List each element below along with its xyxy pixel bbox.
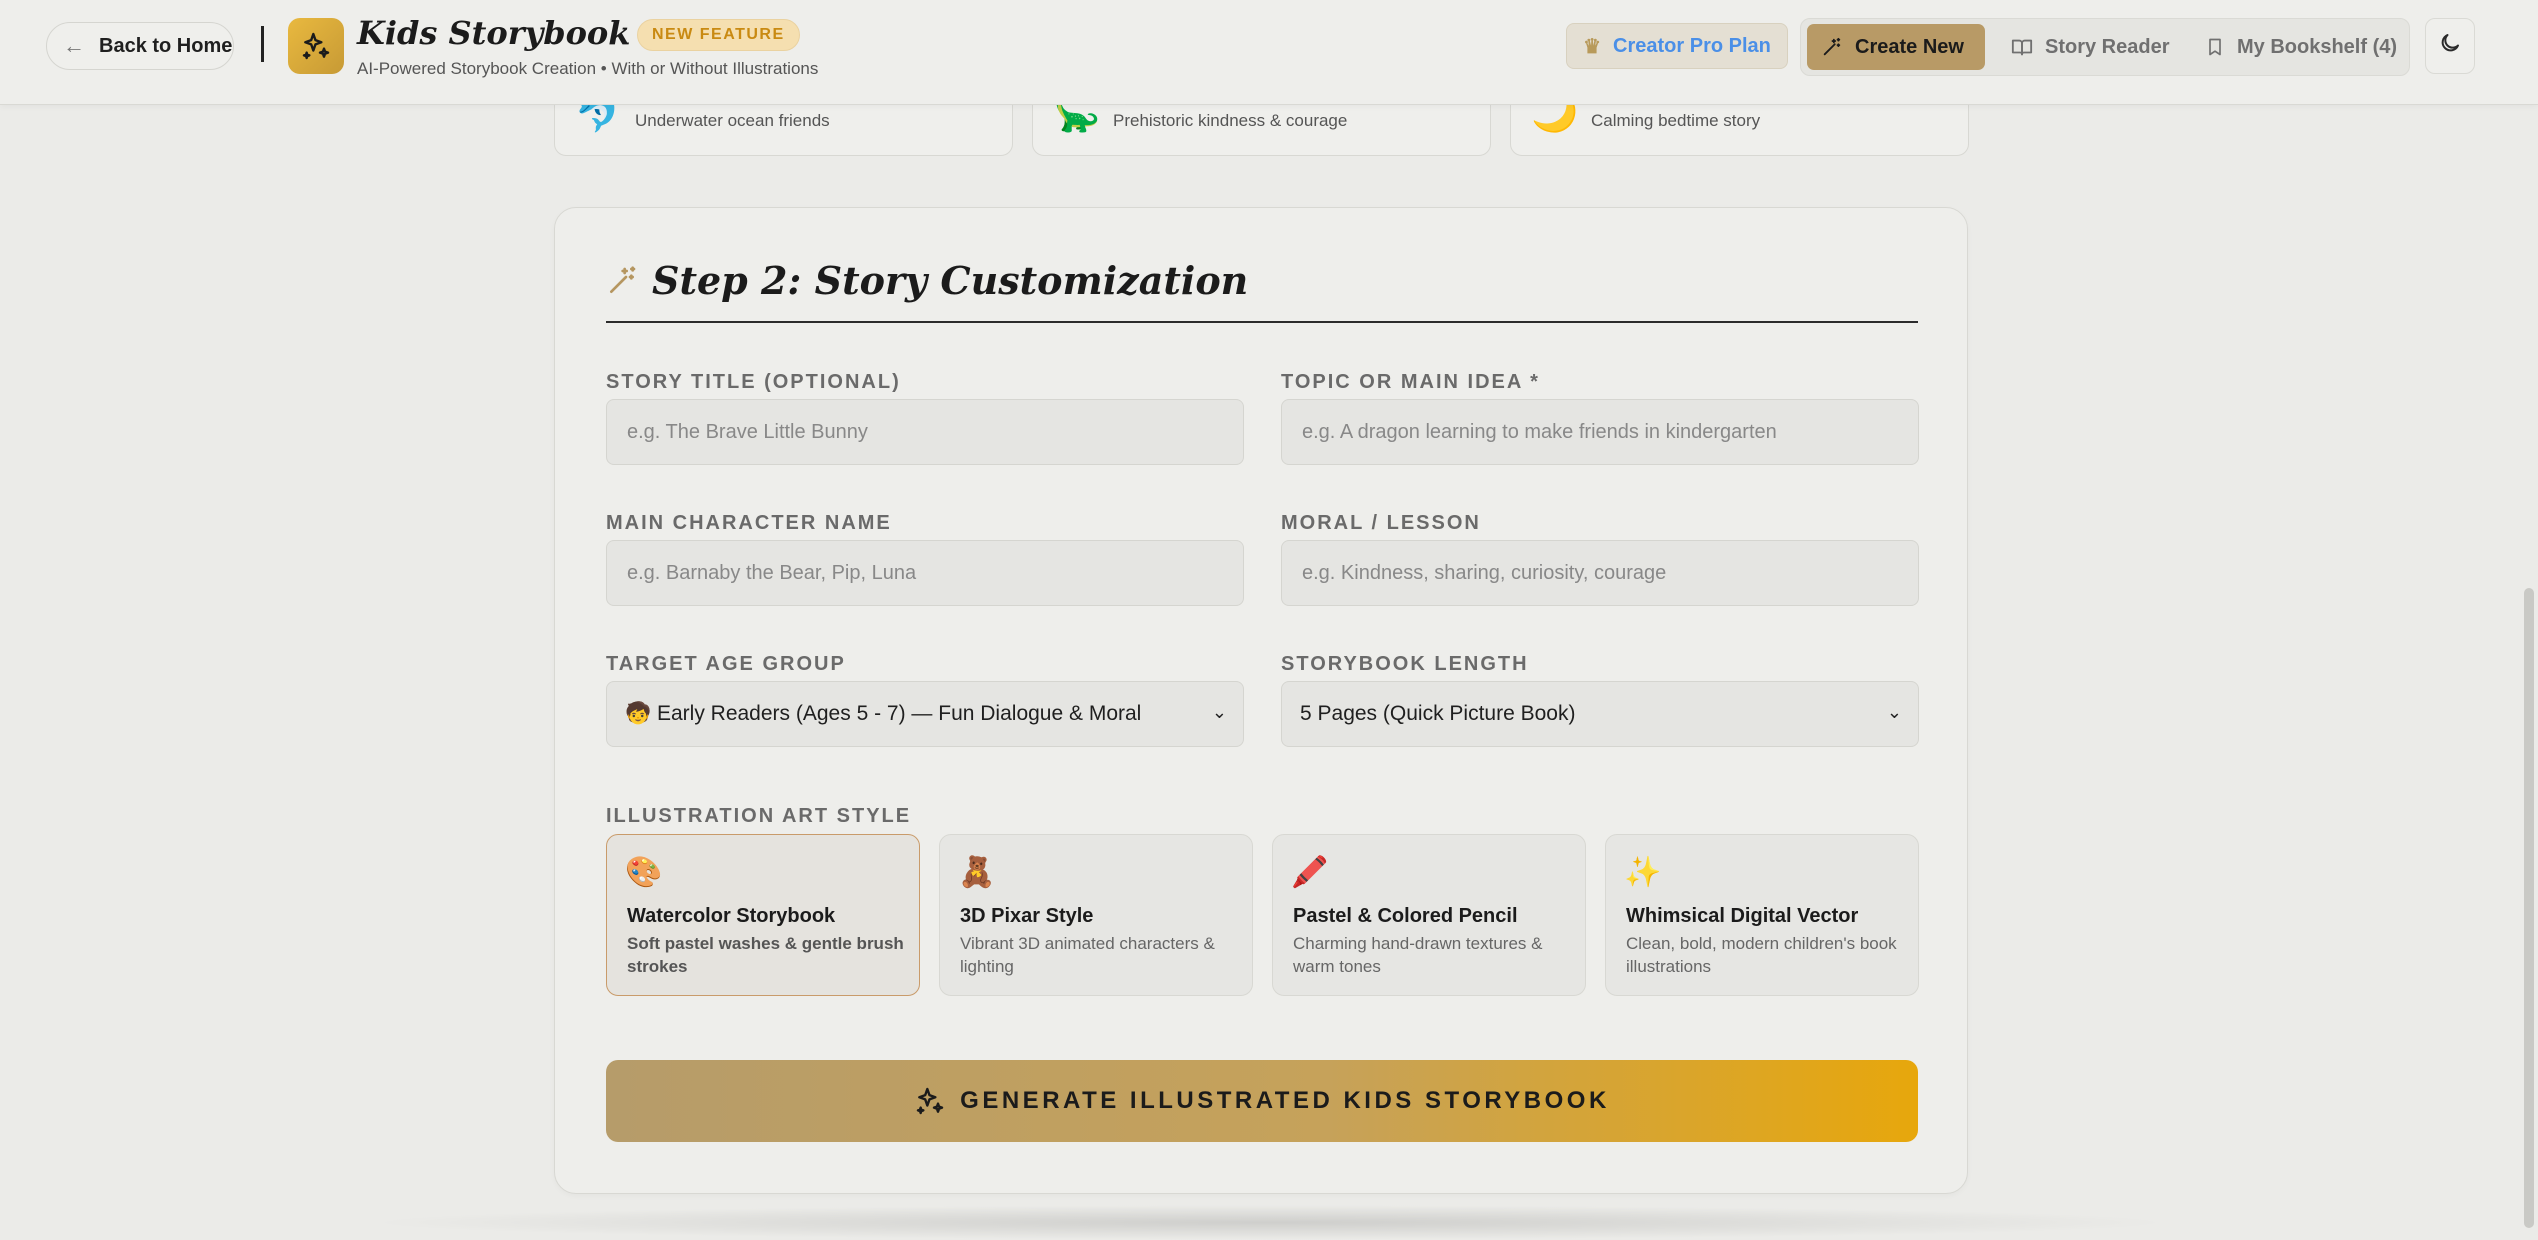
theme-desc: Calming bedtime story <box>1591 111 1761 130</box>
age-group-label: TARGET AGE GROUP <box>606 653 846 675</box>
length-value: 5 Pages (Quick Picture Book) <box>1300 702 1576 725</box>
arrow-left-icon: ← <box>63 33 85 58</box>
theme-desc: Prehistoric kindness & courage <box>1113 111 1348 130</box>
magic-wand-icon <box>1821 36 1843 58</box>
step-title: Step 2: Story Customization <box>606 258 1248 303</box>
magic-wand-icon <box>606 265 638 297</box>
style-desc: Charming hand-drawn textures & warm tone… <box>1293 934 1543 976</box>
style-name: Watercolor Storybook <box>627 905 836 927</box>
generate-label: GENERATE ILLUSTRATED KIDS STORYBOOK <box>960 1087 1610 1114</box>
bookmark-icon <box>2205 36 2225 58</box>
style-name: Whimsical Digital Vector <box>1626 905 1859 927</box>
story-reader-label: Story Reader <box>2045 35 2170 58</box>
story-title-input[interactable] <box>606 399 1244 465</box>
style-desc: Clean, bold, modern children's book illu… <box>1626 934 1897 976</box>
creator-pro-plan-button[interactable]: ♛ Creator Pro Plan <box>1566 23 1788 69</box>
pro-plan-label: Creator Pro Plan <box>1613 34 1771 57</box>
sparkles-icon: ✨ <box>1624 856 1662 889</box>
crown-icon: ♛ <box>1583 35 1602 58</box>
header-divider <box>261 26 264 62</box>
crayon-icon: 🖍️ <box>1291 856 1329 889</box>
nav-story-reader[interactable]: Story Reader <box>1997 24 2184 70</box>
character-label: MAIN CHARACTER NAME <box>606 512 892 534</box>
theme-desc: Underwater ocean friends <box>635 111 830 130</box>
book-open-icon <box>2011 36 2033 58</box>
age-group-value: 🧒 Early Readers (Ages 5 - 7) — Fun Dialo… <box>625 702 1142 725</box>
new-feature-badge: NEW FEATURE <box>637 19 800 51</box>
style-name: Pastel & Colored Pencil <box>1293 905 1518 927</box>
chevron-down-icon: ⌄ <box>1886 702 1902 722</box>
style-desc: Vibrant 3D animated characters & lightin… <box>960 934 1215 976</box>
nav-create-new[interactable]: Create New <box>1807 24 1985 70</box>
title-divider <box>606 321 1918 323</box>
style-card-pastel[interactable]: 🖍️ Pastel & Colored Pencil Charming hand… <box>1272 834 1586 996</box>
moon-icon <box>2438 31 2462 62</box>
style-card-vector[interactable]: ✨ Whimsical Digital Vector Clean, bold, … <box>1605 834 1919 996</box>
age-group-select[interactable]: 🧒 Early Readers (Ages 5 - 7) — Fun Dialo… <box>606 681 1244 747</box>
topic-label: TOPIC OR MAIN IDEA * <box>1281 371 1540 393</box>
story-title-label: STORY TITLE (OPTIONAL) <box>606 371 901 393</box>
create-new-label: Create New <box>1855 35 1964 58</box>
bookshelf-label: My Bookshelf (4) <box>2237 35 2398 58</box>
chevron-down-icon: ⌄ <box>1211 702 1227 722</box>
art-style-label: ILLUSTRATION ART STYLE <box>606 805 912 827</box>
back-to-home-button[interactable]: ← Back to Home <box>46 22 234 70</box>
nav-my-bookshelf[interactable]: My Bookshelf (4) <box>2191 24 2411 70</box>
moral-label: MORAL / LESSON <box>1281 512 1481 534</box>
style-card-pixar[interactable]: 🧸 3D Pixar Style Vibrant 3D animated cha… <box>939 834 1253 996</box>
length-label: STORYBOOK LENGTH <box>1281 653 1529 675</box>
sparkles-icon <box>914 1085 946 1117</box>
style-card-watercolor[interactable]: 🎨 Watercolor Storybook Soft pastel washe… <box>606 834 920 996</box>
back-label: Back to Home <box>99 34 233 57</box>
sparkles-logo-icon <box>288 18 344 74</box>
style-name: 3D Pixar Style <box>960 905 1094 927</box>
footer-shadow <box>360 1205 2180 1240</box>
story-customization-panel: Step 2: Story Customization STORY TITLE … <box>554 207 1968 1194</box>
top-header: ← Back to Home Kids Storybook Studio NEW… <box>0 0 2538 105</box>
topic-input[interactable] <box>1281 399 1919 465</box>
generate-storybook-button[interactable]: GENERATE ILLUSTRATED KIDS STORYBOOK <box>606 1060 1918 1142</box>
step-title-text: Step 2: Story Customization <box>652 258 1249 303</box>
page-scrollbar[interactable] <box>2524 588 2534 1228</box>
moral-input[interactable] <box>1281 540 1919 606</box>
teddy-bear-icon: 🧸 <box>958 856 996 889</box>
character-name-input[interactable] <box>606 540 1244 606</box>
length-select[interactable]: 5 Pages (Quick Picture Book) ⌄ <box>1281 681 1919 747</box>
style-desc: Soft pastel washes & gentle brush stroke… <box>627 934 904 976</box>
main-nav: Create New Story Reader My Bookshelf (4) <box>1800 18 2410 76</box>
app-subtitle: AI-Powered Storybook Creation • With or … <box>357 59 819 78</box>
palette-icon: 🎨 <box>625 856 663 889</box>
dark-mode-toggle[interactable] <box>2425 18 2475 74</box>
